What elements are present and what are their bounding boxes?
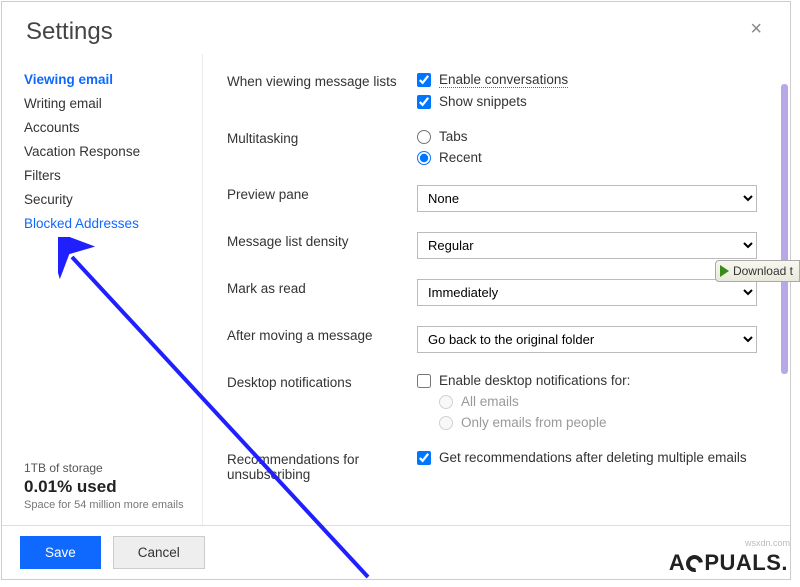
sidebar-item-vacation-response[interactable]: Vacation Response — [24, 144, 202, 159]
download-label: Download t — [733, 264, 793, 278]
select-mark-as-read[interactable]: Immediately — [417, 279, 757, 306]
label-recent: Recent — [439, 150, 482, 165]
row-viewing-lists: When viewing message lists Enable conver… — [227, 72, 770, 109]
row-mark-as-read: Mark as read Immediately — [227, 279, 770, 306]
label-preview-pane: Preview pane — [227, 185, 417, 202]
label-recommendations: Recommendations for unsubscribing — [227, 450, 417, 482]
option-desktop-people[interactable]: Only emails from people — [439, 415, 770, 430]
label-recommendations-text: Get recommendations after deleting multi… — [439, 450, 747, 465]
checkbox-recommendations[interactable] — [417, 451, 431, 465]
option-tabs[interactable]: Tabs — [417, 129, 770, 144]
dialog-body: Viewing email Writing email Accounts Vac… — [2, 54, 790, 525]
radio-desktop-people[interactable] — [439, 416, 453, 430]
checkbox-enable-desktop[interactable] — [417, 374, 431, 388]
select-preview-pane[interactable]: None — [417, 185, 757, 212]
storage-capacity: 1TB of storage — [24, 461, 202, 475]
label-message-density: Message list density — [227, 232, 417, 249]
sidebar-nav: Viewing email Writing email Accounts Vac… — [24, 72, 202, 231]
save-button[interactable]: Save — [20, 536, 101, 569]
label-desktop-people: Only emails from people — [461, 415, 607, 430]
option-recommendations[interactable]: Get recommendations after deleting multi… — [417, 450, 770, 465]
option-desktop-all[interactable]: All emails — [439, 394, 770, 409]
label-viewing-lists: When viewing message lists — [227, 72, 417, 89]
dialog-header: Settings × — [2, 2, 790, 54]
close-icon[interactable]: × — [746, 18, 766, 41]
settings-panel: When viewing message lists Enable conver… — [202, 54, 790, 525]
row-recommendations: Recommendations for unsubscribing Get re… — [227, 450, 770, 482]
sidebar-item-viewing-email[interactable]: Viewing email — [24, 72, 202, 87]
sidebar-item-filters[interactable]: Filters — [24, 168, 202, 183]
row-message-density: Message list density Regular — [227, 232, 770, 259]
storage-info: 1TB of storage 0.01% used Space for 54 m… — [24, 461, 202, 525]
cancel-button[interactable]: Cancel — [113, 536, 205, 569]
sidebar-item-accounts[interactable]: Accounts — [24, 120, 202, 135]
row-desktop-notifications: Desktop notifications Enable desktop not… — [227, 373, 770, 430]
site-credit: wsxdn.com — [745, 538, 790, 548]
storage-used: 0.01% used — [24, 477, 202, 497]
storage-detail: Space for 54 million more emails — [24, 499, 202, 511]
label-after-moving: After moving a message — [227, 326, 417, 343]
label-tabs: Tabs — [439, 129, 468, 144]
sidebar-item-blocked-addresses[interactable]: Blocked Addresses — [24, 216, 202, 231]
label-show-snippets: Show snippets — [439, 94, 527, 109]
play-icon — [720, 265, 729, 277]
label-enable-desktop: Enable desktop notifications for: — [439, 373, 630, 388]
option-recent[interactable]: Recent — [417, 150, 770, 165]
select-after-moving[interactable]: Go back to the original folder — [417, 326, 757, 353]
checkbox-show-snippets[interactable] — [417, 95, 431, 109]
sidebar-item-security[interactable]: Security — [24, 192, 202, 207]
sidebar-item-writing-email[interactable]: Writing email — [24, 96, 202, 111]
option-show-snippets[interactable]: Show snippets — [417, 94, 770, 109]
label-enable-conversations: Enable conversations — [439, 72, 568, 88]
row-multitasking: Multitasking Tabs Recent — [227, 129, 770, 165]
download-badge[interactable]: Download t — [715, 260, 800, 282]
label-multitasking: Multitasking — [227, 129, 417, 146]
row-preview-pane: Preview pane None — [227, 185, 770, 212]
radio-recent[interactable] — [417, 151, 431, 165]
scrollbar[interactable] — [781, 84, 788, 374]
label-desktop-notifications: Desktop notifications — [227, 373, 417, 390]
select-message-density[interactable]: Regular — [417, 232, 757, 259]
row-after-moving: After moving a message Go back to the or… — [227, 326, 770, 353]
watermark: APUALS. — [669, 550, 788, 576]
settings-dialog: Settings × Viewing email Writing email A… — [1, 1, 791, 580]
option-enable-desktop[interactable]: Enable desktop notifications for: — [417, 373, 770, 388]
sidebar: Viewing email Writing email Accounts Vac… — [2, 54, 202, 525]
label-mark-as-read: Mark as read — [227, 279, 417, 296]
label-desktop-all: All emails — [461, 394, 519, 409]
option-enable-conversations[interactable]: Enable conversations — [417, 72, 770, 88]
radio-desktop-all[interactable] — [439, 395, 453, 409]
dialog-title: Settings — [26, 18, 113, 46]
checkbox-enable-conversations[interactable] — [417, 73, 431, 87]
radio-tabs[interactable] — [417, 130, 431, 144]
